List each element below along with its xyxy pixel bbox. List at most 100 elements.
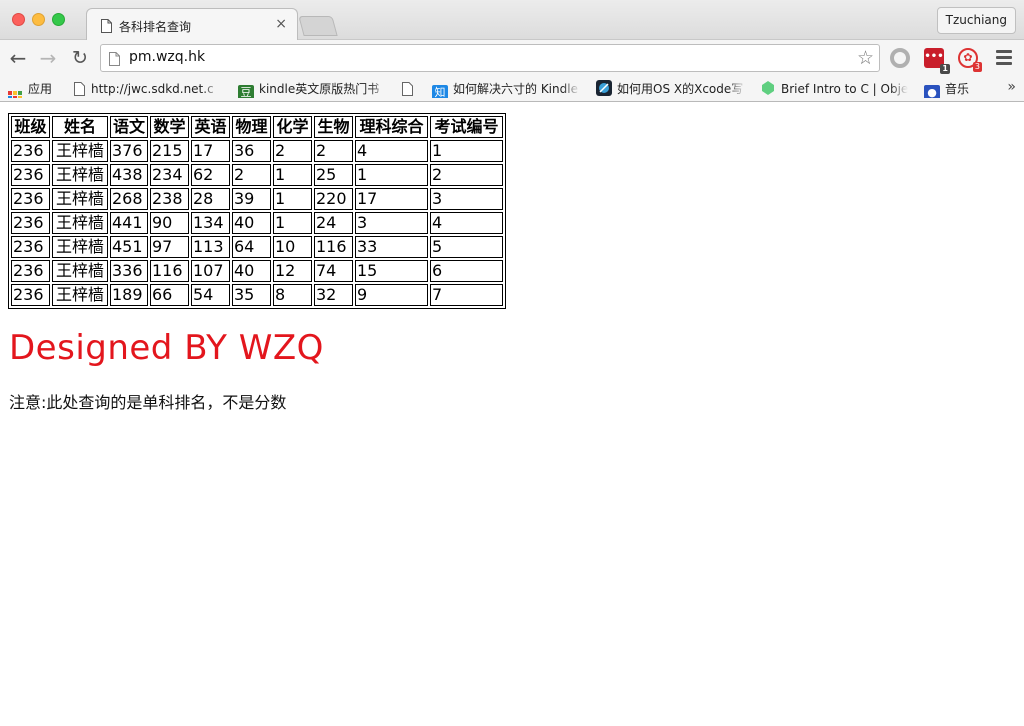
table-cell: 1 <box>273 188 312 210</box>
bookmark-untitled[interactable] <box>402 80 418 98</box>
table-cell-name: 王梓樯 <box>52 140 108 162</box>
table-cell: 268 <box>110 188 148 210</box>
bookmark-label: 如何用OS X的Xcode写 <box>617 82 744 96</box>
table-cell: 376 <box>110 140 148 162</box>
table-cell-name: 王梓樯 <box>52 236 108 258</box>
table-cell: 36 <box>232 140 271 162</box>
bookmark-kindle-books[interactable]: 豆 kindle英文原版热门书 <box>238 80 388 98</box>
table-cell: 74 <box>314 260 353 282</box>
bookmark-apps[interactable]: 应用 <box>8 80 52 98</box>
column-header: 英语 <box>191 116 230 138</box>
back-arrow-icon[interactable]: ← <box>6 46 30 70</box>
table-cell: 2 <box>314 140 353 162</box>
new-tab-button[interactable] <box>298 16 338 36</box>
column-header: 化学 <box>273 116 312 138</box>
table-cell: 134 <box>191 212 230 234</box>
table-cell: 441 <box>110 212 148 234</box>
table-cell: 236 <box>11 260 50 282</box>
table-cell: 236 <box>11 284 50 306</box>
tab-close-icon[interactable]: × <box>275 16 287 32</box>
table-cell: 8 <box>273 284 312 306</box>
window-minimize-button[interactable] <box>32 13 45 26</box>
table-cell: 7 <box>430 284 503 306</box>
bookmark-label: http://jwc.sdkd.net.c <box>91 82 214 96</box>
table-cell: 116 <box>314 236 353 258</box>
table-cell: 17 <box>191 140 230 162</box>
zhihu-icon: 知 <box>432 85 448 98</box>
extension-pin-icon[interactable]: ✿ 3 <box>958 48 982 72</box>
table-cell: 54 <box>191 284 230 306</box>
table-cell: 236 <box>11 140 50 162</box>
table-cell: 2 <box>273 140 312 162</box>
table-row: 236 王梓樯 376 215 17 36 2 2 4 1 <box>11 140 503 162</box>
page-content: 班级 姓名 语文 数学 英语 物理 化学 生物 理科综合 考试编号 236 王梓樯… <box>0 103 1024 726</box>
bookmark-brief-intro-c[interactable]: Brief Intro to C | Obje <box>760 80 908 98</box>
designed-by-heading: Designed BY WZQ <box>9 328 324 368</box>
table-cell: 97 <box>150 236 189 258</box>
table-cell: 236 <box>11 164 50 186</box>
table-cell: 236 <box>11 212 50 234</box>
table-cell: 39 <box>232 188 271 210</box>
table-row: 236 王梓樯 441 90 134 40 1 24 3 4 <box>11 212 503 234</box>
table-cell: 238 <box>150 188 189 210</box>
baidu-paw-icon: ● <box>924 85 940 98</box>
reload-icon[interactable]: ↻ <box>68 46 92 70</box>
table-cell: 90 <box>150 212 189 234</box>
bookmark-label: 音乐 <box>945 82 970 96</box>
table-cell: 1 <box>430 140 503 162</box>
document-icon <box>101 18 112 37</box>
table-row: 236 王梓樯 438 234 62 2 1 25 1 2 <box>11 164 503 186</box>
table-cell-name: 王梓樯 <box>52 260 108 282</box>
table-cell: 64 <box>232 236 271 258</box>
bookmark-zhihu-kindle[interactable]: 知如何解决六寸的 Kindle <box>432 80 580 98</box>
window-maximize-button[interactable] <box>52 13 65 26</box>
table-cell: 189 <box>110 284 148 306</box>
column-header: 姓名 <box>52 116 108 138</box>
table-cell: 24 <box>314 212 353 234</box>
bookmark-label: 应用 <box>28 82 53 96</box>
table-cell: 220 <box>314 188 353 210</box>
table-cell: 1 <box>273 212 312 234</box>
table-row: 236 王梓樯 336 116 107 40 12 74 15 6 <box>11 260 503 282</box>
table-row: 236 王梓樯 189 66 54 35 8 32 9 7 <box>11 284 503 306</box>
table-cell: 62 <box>191 164 230 186</box>
bookmark-label: kindle英文原版热门书 <box>259 82 380 96</box>
table-cell: 451 <box>110 236 148 258</box>
url-text[interactable]: pm.wzq.hk <box>129 49 205 65</box>
page-icon <box>109 51 120 70</box>
extension-ring-icon[interactable] <box>890 48 910 68</box>
table-row: 236 王梓樯 268 238 28 39 1 220 17 3 <box>11 188 503 210</box>
window-close-button[interactable] <box>12 13 25 26</box>
column-header: 理科综合 <box>355 116 428 138</box>
bookmark-xcode[interactable]: 如何用OS X的Xcode写 <box>596 80 746 98</box>
table-cell: 438 <box>110 164 148 186</box>
bookmark-music[interactable]: ● 音乐 <box>924 80 969 98</box>
table-cell: 40 <box>232 260 271 282</box>
bookmark-jwc[interactable]: http://jwc.sdkd.net.c <box>74 80 220 98</box>
table-cell: 1 <box>273 164 312 186</box>
column-header: 生物 <box>314 116 353 138</box>
column-header: 班级 <box>11 116 50 138</box>
table-cell-name: 王梓樯 <box>52 284 108 306</box>
table-cell: 107 <box>191 260 230 282</box>
bookmark-label: Brief Intro to C | Obje <box>781 82 908 96</box>
table-cell-name: 王梓樯 <box>52 188 108 210</box>
forward-arrow-icon[interactable]: → <box>36 46 60 70</box>
bookmark-star-icon[interactable]: ☆ <box>857 47 874 69</box>
table-cell: 28 <box>191 188 230 210</box>
treehouse-icon <box>760 80 776 96</box>
column-header: 物理 <box>232 116 271 138</box>
extension-pocket-icon[interactable]: ••• 1 <box>924 48 950 74</box>
table-cell: 3 <box>355 212 428 234</box>
table-cell: 12 <box>273 260 312 282</box>
table-row: 236 王梓樯 451 97 113 64 10 116 33 5 <box>11 236 503 258</box>
address-bar[interactable]: pm.wzq.hk ☆ <box>100 44 880 72</box>
browser-tab[interactable]: 各科排名查询 × <box>86 8 298 41</box>
table-cell: 113 <box>191 236 230 258</box>
profile-button[interactable]: Tzuchiang <box>936 7 1016 34</box>
page-icon <box>74 82 86 98</box>
chrome-menu-icon[interactable] <box>996 50 1012 68</box>
table-cell: 15 <box>355 260 428 282</box>
column-header: 数学 <box>150 116 189 138</box>
bookmarks-overflow-icon[interactable]: » <box>1007 79 1016 95</box>
